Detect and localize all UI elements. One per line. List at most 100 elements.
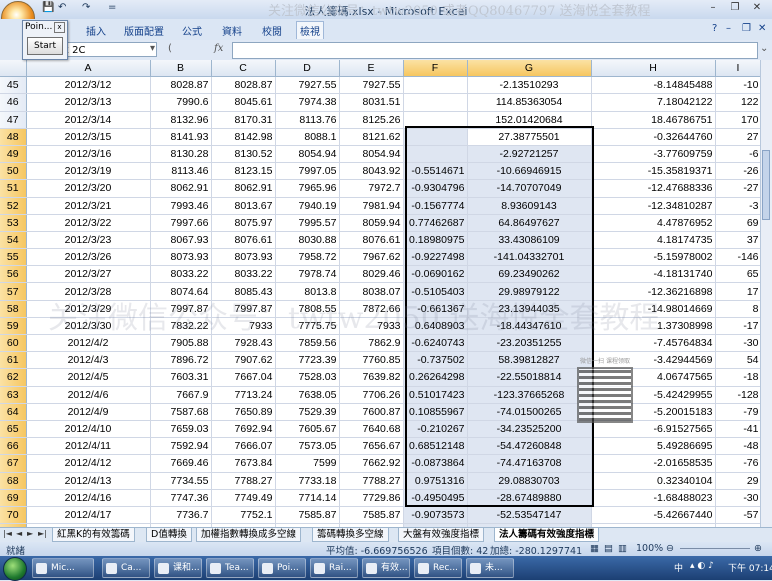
tab-data[interactable]: 資料 xyxy=(222,23,242,38)
zoom-in-button[interactable]: ⊕ xyxy=(754,543,762,554)
cell-e[interactable]: 7600.87 xyxy=(339,403,404,421)
row-header[interactable]: 49 xyxy=(0,145,27,164)
cell-d[interactable]: 7599 xyxy=(275,454,340,473)
row-header[interactable]: 47 xyxy=(0,111,27,129)
row-header[interactable]: 55 xyxy=(0,248,27,267)
cell-g[interactable]: -14.70707049 xyxy=(467,179,592,198)
cell-h[interactable]: 4.18174735 xyxy=(591,231,716,250)
cell-b[interactable]: 7747.36 xyxy=(150,489,212,507)
cell-d[interactable]: 7638.05 xyxy=(275,386,340,404)
cell-i[interactable]: 170 xyxy=(715,111,762,129)
cell-g[interactable]: -10.66946915 xyxy=(467,162,592,181)
taskbar-item[interactable]: Rec... xyxy=(414,558,462,578)
minimize-button[interactable]: – xyxy=(702,2,724,16)
cancel-entry-button[interactable]: ( xyxy=(168,43,172,54)
cell-d[interactable]: 7775.75 xyxy=(275,317,340,336)
cell-i[interactable]: 54 xyxy=(715,351,762,370)
cell-a[interactable]: 2012/3/26 xyxy=(26,248,151,267)
cell-b[interactable]: 8067.93 xyxy=(150,231,212,250)
cell-a[interactable]: 2012/3/15 xyxy=(26,128,151,146)
cell-a[interactable]: 2012/4/5 xyxy=(26,368,151,387)
cell-e[interactable]: 8076.61 xyxy=(339,231,404,250)
next-sheet-button[interactable]: ► xyxy=(27,529,33,538)
cell-d[interactable]: 7605.67 xyxy=(275,420,340,439)
cell-a[interactable]: 2012/3/16 xyxy=(26,145,151,164)
cell-i[interactable]: -27 xyxy=(715,179,762,198)
column-header-i[interactable]: I xyxy=(715,60,762,78)
cell-i[interactable]: -30 xyxy=(715,489,762,507)
cell-g[interactable]: 152.01420684 xyxy=(467,111,592,129)
cell-e[interactable]: 8043.92 xyxy=(339,162,404,181)
cell-h[interactable]: -3.42944569 xyxy=(591,351,716,370)
cell-f[interactable]: -0.737502 xyxy=(403,351,468,370)
cell-e[interactable]: 7729.86 xyxy=(339,489,404,507)
cell-f[interactable]: 0.77462687 xyxy=(403,214,468,232)
cell-f[interactable]: -0.9304796 xyxy=(403,179,468,198)
cell-i[interactable]: -48 xyxy=(715,437,762,456)
cell-e[interactable]: 8038.07 xyxy=(339,282,404,301)
cell-h[interactable]: 5.49286695 xyxy=(591,437,716,456)
cell-c[interactable]: 8028.87 xyxy=(211,76,276,95)
cell-i[interactable]: 29 xyxy=(715,472,762,490)
name-box-dropdown-icon[interactable]: ▾ xyxy=(150,43,155,54)
worksheet-grid[interactable]: ABCDEFGHI 45 2012/3/12 8028.87 8028.87 7927.… xyxy=(0,60,772,527)
cell-d[interactable]: 7859.56 xyxy=(275,334,340,353)
cell-i[interactable]: -6 xyxy=(715,145,762,164)
cell-h[interactable]: -15.35819371 xyxy=(591,162,716,181)
column-header-h[interactable]: H xyxy=(591,60,716,78)
cell-g[interactable]: -18.44347610 xyxy=(467,317,592,336)
cell-g[interactable]: 33.43086109 xyxy=(467,231,592,250)
qat-customize-button[interactable]: = xyxy=(108,2,116,16)
column-header-c[interactable]: C xyxy=(211,60,276,78)
cell-b[interactable]: 8033.22 xyxy=(150,265,212,284)
column-header-f[interactable]: F xyxy=(403,60,468,78)
cell-f[interactable]: -0.210267 xyxy=(403,420,468,439)
normal-view-icon[interactable]: ▦ xyxy=(590,543,599,554)
cell-c[interactable]: 8013.67 xyxy=(211,197,276,215)
cell-i[interactable]: -128 xyxy=(715,386,762,404)
cell-h[interactable]: 0.32340104 xyxy=(591,472,716,490)
cell-e[interactable]: 7760.85 xyxy=(339,351,404,370)
cell-h[interactable]: -14.98014669 xyxy=(591,300,716,318)
cell-h[interactable]: -6.91527565 xyxy=(591,420,716,439)
cell-g[interactable]: -74.47163708 xyxy=(467,454,592,473)
tab-insert[interactable]: 插入 xyxy=(86,23,106,38)
cell-e[interactable]: 7972.7 xyxy=(339,179,404,198)
cell-g[interactable]: -22.55018814 xyxy=(467,368,592,387)
taskbar-item[interactable]: Tea... xyxy=(206,558,254,578)
cell-b[interactable]: 8113.46 xyxy=(150,162,212,181)
cell-b[interactable]: 8062.91 xyxy=(150,179,212,198)
cell-f[interactable]: -0.9073573 xyxy=(403,506,468,525)
cell-c[interactable]: 7752.1 xyxy=(211,506,276,525)
help-icon[interactable]: ? xyxy=(712,23,717,34)
cell-a[interactable]: 2012/3/28 xyxy=(26,282,151,301)
cell-d[interactable]: 7927.55 xyxy=(275,76,340,95)
cell-h[interactable]: -12.47688336 xyxy=(591,179,716,198)
row-header[interactable]: 45 xyxy=(0,76,27,95)
cell-e[interactable]: 7639.82 xyxy=(339,368,404,387)
cell-h[interactable]: -5.42667440 xyxy=(591,506,716,525)
cell-e[interactable]: 8125.26 xyxy=(339,111,404,129)
cell-i[interactable]: -17 xyxy=(715,317,762,336)
row-header[interactable]: 59 xyxy=(0,317,27,336)
taskbar-item[interactable]: 未... xyxy=(466,558,514,578)
restore-button[interactable]: ❐ xyxy=(724,2,746,16)
undo-button[interactable]: ↶ xyxy=(58,2,66,16)
cell-g[interactable]: -52.53547147 xyxy=(467,506,592,525)
cell-b[interactable]: 7603.31 xyxy=(150,368,212,387)
tab-review[interactable]: 校閱 xyxy=(262,23,282,38)
taskbar-item[interactable]: Ca... xyxy=(102,558,150,578)
cell-g[interactable]: 64.86497627 xyxy=(467,214,592,232)
cell-c[interactable]: 8130.52 xyxy=(211,145,276,164)
cell-c[interactable]: 8073.93 xyxy=(211,248,276,267)
cell-e[interactable]: 7927.55 xyxy=(339,76,404,95)
cell-f[interactable]: -0.0873864 xyxy=(403,454,468,473)
cell-f[interactable]: -0.5105403 xyxy=(403,282,468,301)
cell-d[interactable]: 7995.57 xyxy=(275,214,340,232)
cell-b[interactable]: 7592.94 xyxy=(150,437,212,456)
cell-f[interactable] xyxy=(403,128,468,146)
cell-h[interactable]: -4.18131740 xyxy=(591,265,716,284)
column-header-d[interactable]: D xyxy=(275,60,340,78)
cell-f[interactable]: 0.10855967 xyxy=(403,403,468,421)
cell-c[interactable]: 8075.97 xyxy=(211,214,276,232)
